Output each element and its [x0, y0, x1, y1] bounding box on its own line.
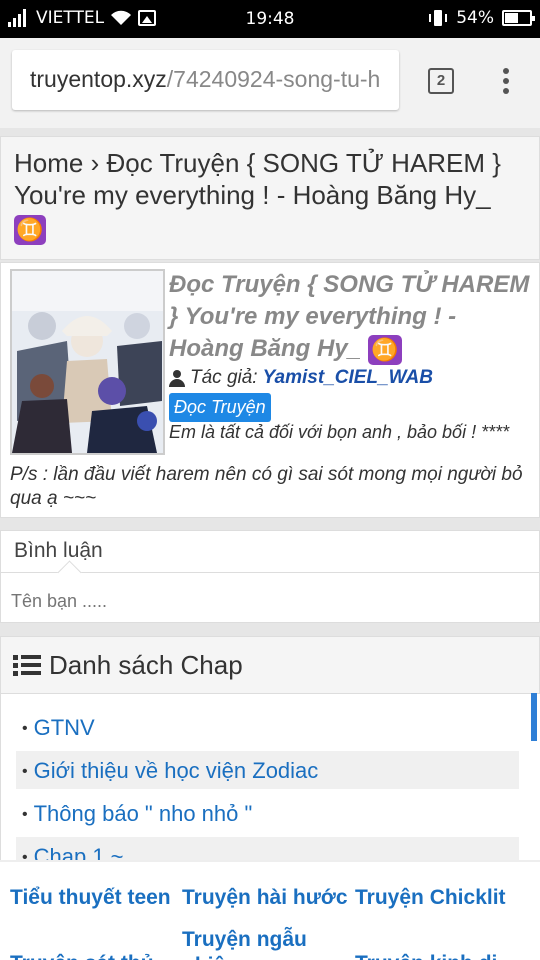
url-host: truyentop.xyz: [30, 66, 167, 92]
category-link[interactable]: Truyện sát thủ: [10, 952, 154, 960]
category-link[interactable]: Truyện Chicklit: [355, 886, 506, 910]
author-name[interactable]: Yamist_CIEL_WAB: [263, 367, 433, 389]
chapter-link[interactable]: Thông báo " nho nhỏ ": [34, 801, 253, 826]
gemini-emoji-icon: ♊: [14, 215, 46, 246]
story-info-panel: Đọc Truyện { SONG TỬ HAREM } You're my e…: [0, 262, 540, 518]
story-description: Em là tất cả đối với bọn anh , bảo bối !…: [169, 422, 510, 442]
user-icon: [169, 369, 185, 387]
category-link[interactable]: Truyện kinh dị: [355, 952, 497, 960]
gemini-emoji-icon: ♊: [367, 334, 402, 365]
chapter-list-title: Danh sách Chap: [49, 649, 243, 680]
read-story-button[interactable]: Đọc Truyện: [169, 393, 271, 422]
overflow-menu-button[interactable]: [494, 64, 518, 98]
chapter-item[interactable]: • GTNV: [16, 708, 519, 746]
category-links: Tiểu thuyết teen Truyện hài hước Truyện …: [0, 860, 540, 960]
chapter-list-header: Danh sách Chap: [0, 636, 540, 694]
author-label: Tác giả:: [190, 367, 258, 388]
breadcrumb: Home › Đọc Truyện { SONG TỬ HAREM } You'…: [0, 136, 540, 260]
story-note: P/s : lần đầu viết harem nên có gì sai s…: [10, 464, 523, 509]
chapter-link[interactable]: GTNV: [34, 715, 95, 740]
chapter-link[interactable]: Giới thiệu về học viện Zodiac: [34, 758, 319, 783]
breadcrumb-text[interactable]: Home › Đọc Truyện { SONG TỬ HAREM } You'…: [14, 148, 501, 210]
status-right: 54%: [428, 8, 535, 28]
category-link[interactable]: Truyện ngẫu nhiên: [182, 927, 332, 960]
page-content: Home › Đọc Truyện { SONG TỬ HAREM } You'…: [0, 128, 540, 960]
url-path: /74240924-song-tu-h: [166, 66, 381, 92]
commenter-name-input[interactable]: [11, 583, 511, 619]
story-title[interactable]: Đọc Truyện { SONG TỬ HAREM } You're my e…: [169, 269, 535, 365]
cover-illustration: [12, 271, 163, 453]
status-bar: VIETTEL 19:48 54%: [0, 0, 540, 38]
tab-switcher-button[interactable]: 2: [428, 68, 454, 94]
battery-percent: 54%: [456, 8, 494, 28]
story-cover-image[interactable]: [10, 269, 165, 455]
author-line: Tác giả: Yamist_CIEL_WAB: [169, 367, 433, 389]
category-link[interactable]: Tiểu thuyết teen: [10, 886, 171, 910]
battery-icon: [502, 10, 535, 26]
list-icon: [13, 654, 41, 676]
comments-panel: Bình luận: [0, 530, 540, 623]
chapter-list-scrollbar[interactable]: [531, 693, 537, 741]
comments-heading[interactable]: Bình luận: [1, 531, 539, 573]
category-link[interactable]: Truyện hài hước: [182, 886, 348, 910]
browser-toolbar: truyentop.xyz/74240924-song-tu-h 2: [0, 38, 540, 128]
battery-fill: [505, 13, 518, 23]
story-title-text: Đọc Truyện { SONG TỬ HAREM } You're my e…: [169, 271, 530, 362]
chapter-item[interactable]: • Thông báo " nho nhỏ ": [16, 794, 519, 832]
chapter-item[interactable]: • Giới thiệu về học viện Zodiac: [16, 751, 519, 789]
address-bar[interactable]: truyentop.xyz/74240924-song-tu-h: [12, 50, 399, 110]
vibrate-icon: [429, 10, 448, 26]
